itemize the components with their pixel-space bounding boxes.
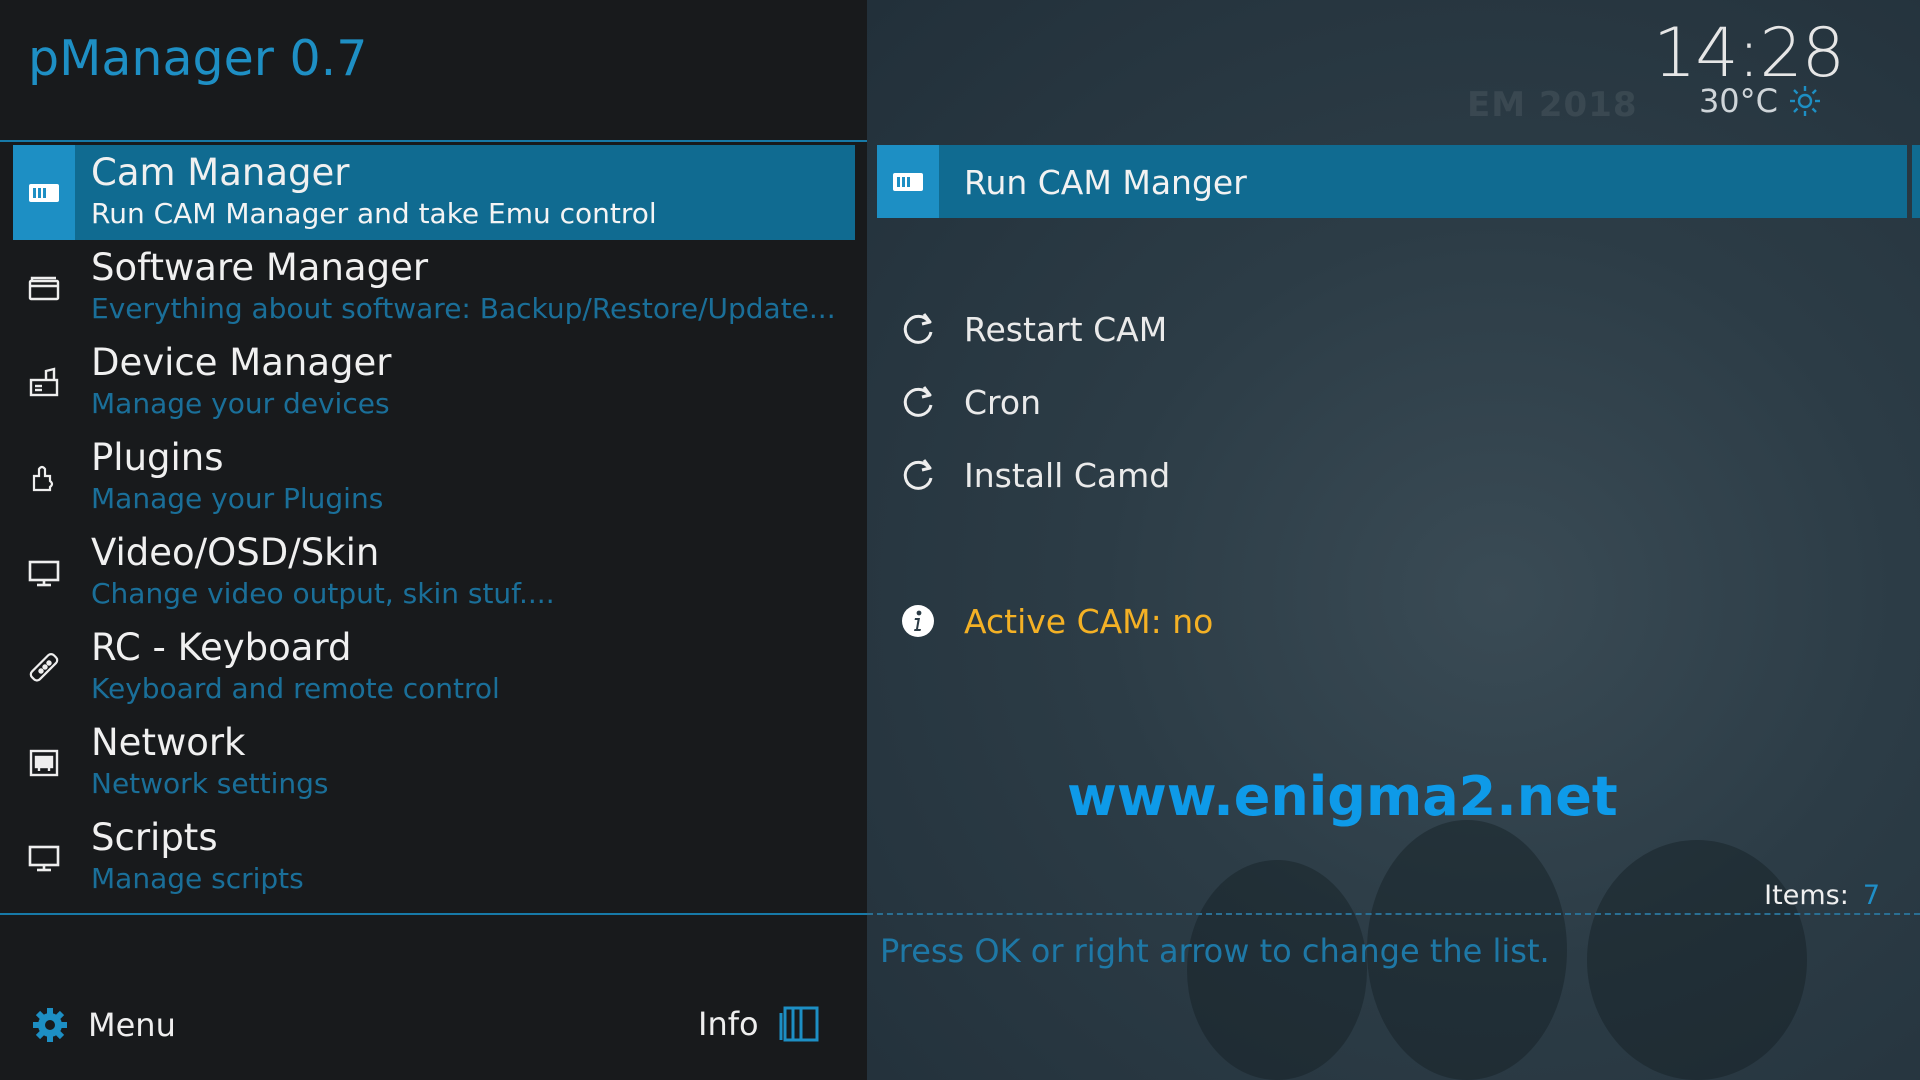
plugin-icon [13,430,75,525]
cam-card-icon [877,145,939,218]
monitor-icon [13,525,75,620]
gear-icon [33,1008,67,1042]
network-icon [13,715,75,810]
device-icon [13,335,75,430]
menu-item-subtitle: Manage your devices [91,387,390,420]
info-label: Info [698,1005,759,1043]
menu-item-video-osd-skin[interactable]: Video/OSD/Skin Change video output, skin… [13,525,855,620]
refresh-icon [903,459,933,490]
right-panel: EM 2018 14:28 30°C Run CAM Manger Restar… [867,0,1920,1080]
items-count: 7 [1862,880,1880,911]
menu-item-network[interactable]: Network Network settings [13,715,855,810]
menu-item-rc-keyboard[interactable]: RC - Keyboard Keyboard and remote contro… [13,620,855,715]
menu-item-subtitle: Network settings [91,767,329,800]
menu-item-title: Software Manager [91,246,429,289]
menu-item-title: Plugins [91,436,224,479]
info-icon [902,605,934,637]
menu-item-scripts[interactable]: Scripts Manage scripts [13,810,855,905]
menu-item-subtitle: Keyboard and remote control [91,672,500,705]
active-cam-status: Active CAM: no [877,592,1777,652]
option-label: Install Camd [964,456,1171,495]
hint-divider [867,913,1920,915]
items-counter: Items: 7 [1764,880,1880,911]
folder-icon [13,240,75,335]
site-watermark: www.enigma2.net [1067,765,1618,828]
menu-item-plugins[interactable]: Plugins Manage your Plugins [13,430,855,525]
option-restart-cam[interactable]: Restart CAM [877,300,1777,360]
cam-card-icon [13,145,75,240]
menu-item-cam-manager[interactable]: Cam Manager Run CAM Manager and take Emu… [13,145,855,240]
header-divider [0,140,867,142]
menu-button[interactable]: Menu [30,1005,176,1045]
info-button[interactable]: Info [698,1005,821,1043]
remote-icon [13,620,75,715]
option-label: Cron [964,383,1041,422]
option-cron[interactable]: Cron [877,373,1777,433]
navigation-hint: Press OK or right arrow to change the li… [880,932,1550,970]
background-figure [1187,860,1367,1080]
menu-item-title: Cam Manager [91,151,350,194]
menu-item-subtitle: Change video output, skin stuf.... [91,577,555,610]
items-label: Items: [1764,880,1849,911]
sun-icon [1790,86,1820,116]
refresh-icon [903,386,933,417]
active-cam-label: Active CAM: no [964,602,1214,641]
monitor-icon [13,810,75,905]
temperature: 30°C [1698,82,1778,120]
menu-item-title: Video/OSD/Skin [91,531,380,574]
info-panel-icon [779,1006,819,1042]
menu-item-title: Network [91,721,246,764]
background-logo-text: EM 2018 [1467,85,1638,125]
menu-item-subtitle: Everything about software: Backup/Restor… [91,292,836,325]
menu-label: Menu [88,1006,176,1044]
menu-item-device-manager[interactable]: Device Manager Manage your devices [13,335,855,430]
menu-item-subtitle: Manage your Plugins [91,482,384,515]
menu-item-subtitle: Manage scripts [91,862,304,895]
menu-item-subtitle: Run CAM Manager and take Emu control [91,197,657,230]
list-scroll-edge [1912,145,1920,218]
footer-divider [0,913,867,915]
left-panel: pManager 0.7 Cam Manager Run CAM Manager… [0,0,867,1080]
menu-item-software-manager[interactable]: Software Manager Everything about softwa… [13,240,855,335]
menu-item-title: RC - Keyboard [91,626,352,669]
menu-item-title: Device Manager [91,341,392,384]
option-install-camd[interactable]: Install Camd [877,446,1777,506]
main-menu-list: Cam Manager Run CAM Manager and take Emu… [13,145,855,905]
background-figure [1587,840,1807,1080]
option-label: Restart CAM [964,310,1168,349]
menu-item-title: Scripts [91,816,218,859]
option-label: Run CAM Manger [964,163,1247,202]
app-title: pManager 0.7 [28,30,368,87]
refresh-icon [903,313,933,344]
option-run-cam-manager[interactable]: Run CAM Manger [877,145,1907,218]
